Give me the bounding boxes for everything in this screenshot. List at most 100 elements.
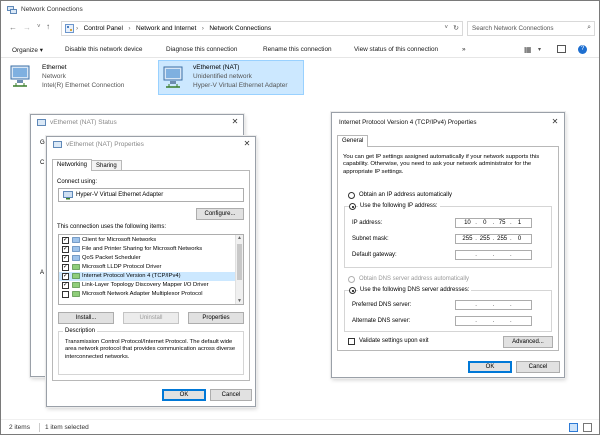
obtain-ip-auto-radio[interactable] bbox=[348, 192, 355, 199]
list-scrollbar[interactable]: ▲ ▼ bbox=[235, 235, 243, 304]
control-panel-icon bbox=[65, 24, 74, 33]
item-checkbox[interactable] bbox=[62, 291, 69, 298]
validate-checkbox[interactable] bbox=[348, 338, 355, 345]
item-label: Microsoft LLDP Protocol Driver bbox=[82, 264, 162, 270]
use-following-dns-label[interactable]: Use the following DNS server addresses: bbox=[358, 287, 472, 293]
item-checkbox[interactable]: ✓ bbox=[62, 237, 69, 244]
item-checkbox[interactable]: ✓ bbox=[62, 264, 69, 271]
tab-general[interactable]: General bbox=[337, 135, 369, 147]
ethernet-adapter-icon bbox=[10, 65, 30, 87]
rename-button[interactable]: Rename this connection bbox=[263, 46, 332, 53]
properties-cancel-button[interactable]: Cancel bbox=[210, 389, 252, 401]
item-properties-button[interactable]: Properties bbox=[188, 312, 244, 324]
list-item[interactable]: ✓ QoS Packet Scheduler bbox=[59, 254, 235, 263]
adapter-vethernet-name: vEthernet (NAT) bbox=[193, 64, 240, 71]
organize-button[interactable]: Organize ▾ bbox=[12, 46, 43, 54]
ip-octet-3: 75 bbox=[498, 220, 506, 226]
search-box[interactable]: Search Network Connections ⌕ bbox=[467, 21, 595, 36]
view-status-button[interactable]: View status of this connection bbox=[354, 46, 438, 53]
uninstall-button[interactable]: Uninstall bbox=[123, 312, 179, 324]
back-icon[interactable]: ← bbox=[9, 23, 17, 32]
validate-label[interactable]: Validate settings upon exit bbox=[359, 338, 429, 344]
preview-pane-icon[interactable] bbox=[557, 45, 566, 53]
status-selected-count: 1 item selected bbox=[45, 424, 89, 431]
breadcrumb-network-internet[interactable]: Network and Internet bbox=[136, 25, 196, 32]
recent-locations-icon[interactable]: ˅ bbox=[37, 24, 41, 30]
ipv4-ok-button[interactable]: OK bbox=[468, 361, 512, 373]
list-item[interactable]: ✓ File and Printer Sharing for Microsoft… bbox=[59, 245, 235, 254]
obtain-dns-auto-radio[interactable] bbox=[348, 276, 355, 283]
ipv4-close-icon[interactable]: ✕ bbox=[549, 116, 561, 128]
up-icon[interactable]: ↑ bbox=[46, 22, 50, 31]
subnet-octet-3: 255 bbox=[497, 236, 508, 242]
ip-address-field[interactable]: 10. 0. 75. 1 bbox=[455, 218, 532, 228]
use-following-ip-radio[interactable] bbox=[349, 203, 356, 210]
obtain-ip-auto-label[interactable]: Obtain an IP address automatically bbox=[359, 192, 452, 198]
install-button[interactable]: Install... bbox=[58, 312, 114, 324]
list-item[interactable]: ✓ Microsoft LLDP Protocol Driver bbox=[59, 263, 235, 272]
list-item[interactable]: ✓ Link-Layer Topology Discovery Mapper I… bbox=[59, 281, 235, 290]
subnet-mask-label: Subnet mask: bbox=[352, 236, 389, 242]
properties-ok-button[interactable]: OK bbox=[162, 389, 206, 401]
search-placeholder: Search Network Connections bbox=[472, 25, 554, 32]
ipv4-window-title: Internet Protocol Version 4 (TCP/IPv4) P… bbox=[339, 119, 477, 126]
obtain-dns-auto-label[interactable]: Obtain DNS server address automatically bbox=[359, 276, 469, 282]
view-dropdown-icon[interactable]: ▾ bbox=[538, 46, 541, 53]
list-item[interactable]: ✓ Client for Microsoft Networks bbox=[59, 236, 235, 245]
default-gateway-label: Default gateway: bbox=[352, 252, 397, 258]
tab-networking[interactable]: Networking bbox=[52, 159, 93, 171]
network-service-icon bbox=[72, 246, 80, 252]
status-item-count: 2 items bbox=[9, 424, 30, 431]
alternate-dns-label: Alternate DNS server: bbox=[352, 318, 411, 324]
configure-button[interactable]: Configure... bbox=[196, 208, 244, 220]
list-item[interactable]: Microsoft Network Adapter Multiplexor Pr… bbox=[59, 290, 235, 299]
subnet-octet-1: 255 bbox=[462, 236, 473, 242]
adapter-ethernet[interactable]: Ethernet Network Intel(R) Ethernet Conne… bbox=[9, 62, 149, 94]
item-checkbox[interactable]: ✓ bbox=[62, 246, 69, 253]
help-icon[interactable]: ? bbox=[578, 45, 587, 54]
command-bar: Organize ▾ Disable this network device D… bbox=[1, 41, 599, 58]
diagnose-button[interactable]: Diagnose this connection bbox=[166, 46, 237, 53]
item-label: Client for Microsoft Networks bbox=[82, 237, 157, 243]
address-dropdown-icon[interactable]: ˅ bbox=[444, 25, 448, 31]
details-view-icon[interactable] bbox=[569, 423, 578, 432]
view-options-icon[interactable]: ▦ bbox=[524, 45, 532, 54]
properties-close-icon[interactable]: ✕ bbox=[241, 138, 253, 150]
item-checkbox[interactable]: ✓ bbox=[62, 255, 69, 262]
more-commands-button[interactable]: » bbox=[462, 46, 466, 53]
use-following-ip-label[interactable]: Use the following IP address: bbox=[358, 203, 440, 209]
item-checkbox[interactable]: ✓ bbox=[62, 282, 69, 289]
advanced-button[interactable]: Advanced... bbox=[503, 336, 553, 348]
networking-panel: Connect using: Hyper-V Virtual Ethernet … bbox=[52, 170, 250, 381]
ipv4-intro-text: You can get IP settings assigned automat… bbox=[343, 154, 540, 175]
general-panel: You can get IP settings assigned automat… bbox=[337, 146, 559, 351]
list-item-selected[interactable]: ✓ Internet Protocol Version 4 (TCP/IPv4) bbox=[59, 272, 235, 281]
breadcrumb-control-panel[interactable]: Control Panel bbox=[84, 25, 123, 32]
use-following-dns-radio[interactable] bbox=[349, 287, 356, 294]
properties-window-title: vEthernet (NAT) Properties bbox=[66, 141, 144, 148]
address-field[interactable]: › Control Panel › Network and Internet ›… bbox=[61, 21, 463, 36]
item-label: Link-Layer Topology Discovery Mapper I/O… bbox=[82, 282, 209, 288]
status-close-icon[interactable]: ✕ bbox=[229, 116, 241, 128]
description-title: Description bbox=[63, 328, 98, 334]
breadcrumb-network-connections[interactable]: Network Connections bbox=[209, 25, 271, 32]
adapter-vethernet-nat[interactable]: vEthernet (NAT) Unidentified network Hyp… bbox=[158, 60, 304, 95]
item-label: QoS Packet Scheduler bbox=[82, 255, 141, 261]
item-checkbox[interactable]: ✓ bbox=[62, 273, 69, 280]
forward-icon[interactable]: → bbox=[23, 23, 31, 32]
default-gateway-field[interactable]: ... bbox=[455, 250, 532, 260]
refresh-icon[interactable]: ↻ bbox=[453, 24, 459, 32]
disable-device-button[interactable]: Disable this network device bbox=[65, 46, 142, 53]
scroll-down-icon[interactable]: ▼ bbox=[237, 298, 242, 304]
alternate-dns-field[interactable]: ... bbox=[455, 316, 532, 326]
scroll-up-icon[interactable]: ▲ bbox=[237, 235, 242, 241]
large-icons-view-icon[interactable] bbox=[583, 423, 592, 432]
status-bar: 2 items 1 item selected bbox=[1, 419, 599, 434]
scroll-thumb[interactable] bbox=[237, 244, 242, 280]
adapter-name: Hyper-V Virtual Ethernet Adapter bbox=[76, 192, 164, 198]
subnet-mask-field[interactable]: 255. 255. 255. 0 bbox=[455, 234, 532, 244]
ipv4-cancel-button[interactable]: Cancel bbox=[516, 361, 560, 373]
item-label: Internet Protocol Version 4 (TCP/IPv4) bbox=[82, 273, 181, 279]
preferred-dns-field[interactable]: ... bbox=[455, 300, 532, 310]
search-icon[interactable]: ⌕ bbox=[587, 24, 591, 32]
